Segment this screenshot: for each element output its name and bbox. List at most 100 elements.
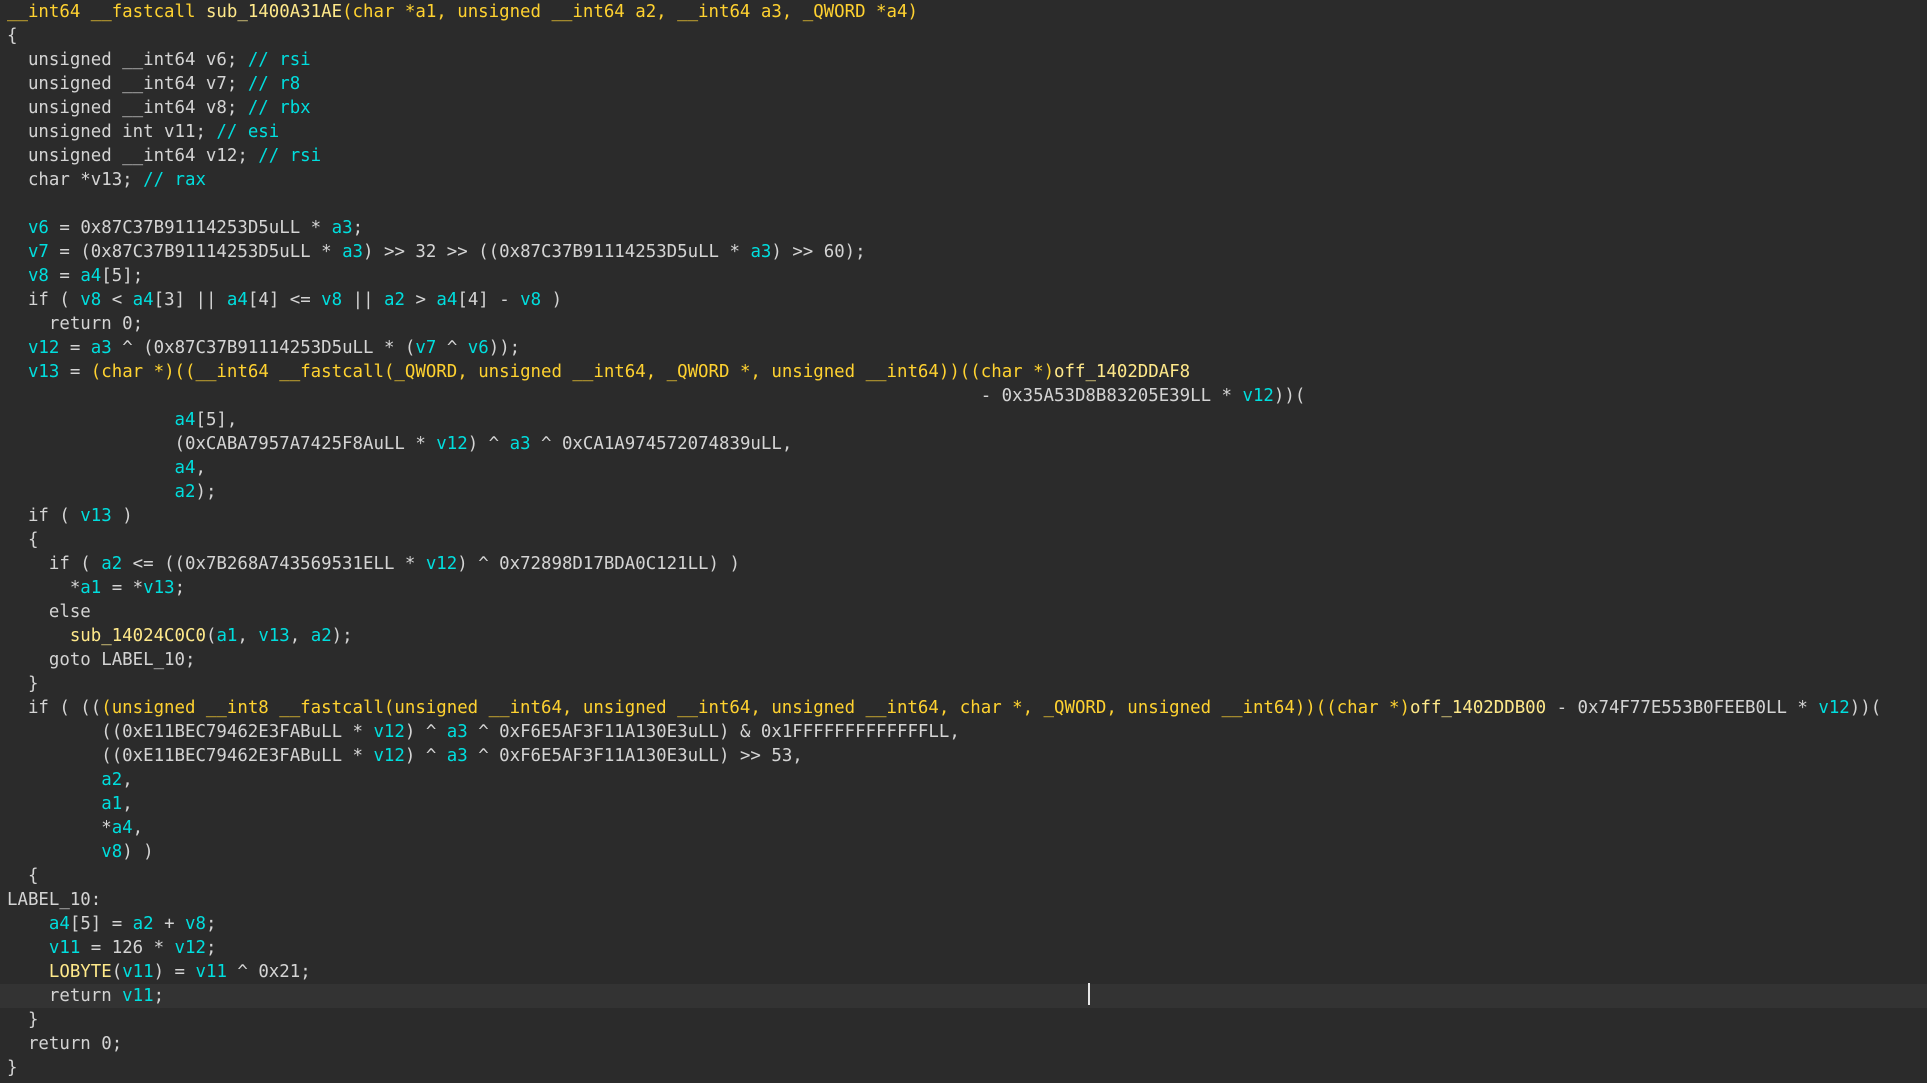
code-token-var[interactable]: a2 xyxy=(133,914,154,934)
code-token-var[interactable]: v6 xyxy=(468,338,489,358)
code-token-var[interactable]: a3 xyxy=(447,722,468,742)
code-line[interactable]: return 0; xyxy=(0,312,1927,336)
code-line[interactable]: v8 = a4[5]; xyxy=(0,264,1927,288)
code-line[interactable]: goto LABEL_10; xyxy=(0,648,1927,672)
code-token-var[interactable]: v8 xyxy=(321,290,342,310)
code-token-var[interactable]: a1 xyxy=(216,626,237,646)
code-line[interactable]: __int64 __fastcall sub_1400A31AE(char *a… xyxy=(0,0,1927,24)
code-token-var[interactable]: v12 xyxy=(175,938,206,958)
code-line-current[interactable]: return v11; xyxy=(0,984,1927,1008)
code-token-var[interactable]: v12 xyxy=(436,434,467,454)
pseudocode-view[interactable]: __int64 __fastcall sub_1400A31AE(char *a… xyxy=(0,0,1927,1083)
code-line[interactable]: unsigned __int64 v6; // rsi xyxy=(0,48,1927,72)
code-line[interactable]: (0xCABA7957A7425F8AuLL * v12) ^ a3 ^ 0xC… xyxy=(0,432,1927,456)
code-line[interactable]: *a4, xyxy=(0,816,1927,840)
code-line[interactable]: ((0xE11BEC79462E3FABuLL * v12) ^ a3 ^ 0x… xyxy=(0,720,1927,744)
code-token-var[interactable]: v13 xyxy=(80,506,111,526)
code-line[interactable]: unsigned __int64 v12; // rsi xyxy=(0,144,1927,168)
code-token-var[interactable]: v13 xyxy=(258,626,289,646)
code-token-var[interactable]: v13 xyxy=(28,362,59,382)
code-token-var[interactable]: a3 xyxy=(750,242,771,262)
code-token-var[interactable]: v7 xyxy=(28,242,49,262)
code-line[interactable]: unsigned __int64 v8; // rbx xyxy=(0,96,1927,120)
code-token-var[interactable]: v12 xyxy=(373,746,404,766)
code-line[interactable]: a4[5], xyxy=(0,408,1927,432)
code-token-var[interactable]: a4 xyxy=(133,290,154,310)
code-token-var[interactable]: v8 xyxy=(28,266,49,286)
code-token-var[interactable]: v12 xyxy=(1818,698,1849,718)
code-token-var[interactable]: a3 xyxy=(342,242,363,262)
code-line[interactable]: v13 = (char *)((__int64 __fastcall(_QWOR… xyxy=(0,360,1927,384)
code-token-var[interactable]: a4 xyxy=(112,818,133,838)
code-token-var[interactable]: v11 xyxy=(122,986,153,1006)
code-token-var[interactable]: a4 xyxy=(175,458,196,478)
code-line[interactable]: a2, xyxy=(0,768,1927,792)
code-token-var[interactable]: v12 xyxy=(373,722,404,742)
code-token-var[interactable]: v11 xyxy=(49,938,80,958)
code-token-var[interactable]: v11 xyxy=(196,962,227,982)
code-token-var[interactable]: a2 xyxy=(311,626,332,646)
code-token-var[interactable]: a4 xyxy=(227,290,248,310)
code-line[interactable]: { xyxy=(0,864,1927,888)
code-line[interactable]: } xyxy=(0,1008,1927,1032)
code-line[interactable]: a1, xyxy=(0,792,1927,816)
code-line[interactable]: if ( (((unsigned __int8 __fastcall(unsig… xyxy=(0,696,1927,720)
code-token-var[interactable]: v8 xyxy=(520,290,541,310)
code-token-var[interactable]: v11 xyxy=(122,962,153,982)
code-line[interactable]: a4, xyxy=(0,456,1927,480)
code-line[interactable]: } xyxy=(0,1056,1927,1080)
code-token-fn[interactable]: off_1402DDAF8 xyxy=(1054,362,1190,382)
code-line[interactable]: return 0; xyxy=(0,1032,1927,1056)
code-line[interactable]: v12 = a3 ^ (0x87C37B91114253D5uLL * (v7 … xyxy=(0,336,1927,360)
code-token-var[interactable]: v12 xyxy=(426,554,457,574)
code-line[interactable]: char *v13; // rax xyxy=(0,168,1927,192)
code-token-var[interactable]: a4 xyxy=(175,410,196,430)
code-line[interactable]: - 0x35A53D8B83205E39LL * v12))( xyxy=(0,384,1927,408)
code-line[interactable]: v6 = 0x87C37B91114253D5uLL * a3; xyxy=(0,216,1927,240)
code-line[interactable]: unsigned int v11; // esi xyxy=(0,120,1927,144)
code-line[interactable]: if ( v8 < a4[3] || a4[4] <= v8 || a2 > a… xyxy=(0,288,1927,312)
code-token-var[interactable]: v7 xyxy=(415,338,436,358)
code-token-var[interactable]: v12 xyxy=(1242,386,1273,406)
code-token-var[interactable]: v8 xyxy=(101,842,122,862)
code-token-var[interactable]: a3 xyxy=(510,434,531,454)
code-line[interactable]: { xyxy=(0,24,1927,48)
code-token-var[interactable]: a2 xyxy=(175,482,196,502)
code-line[interactable]: v8) ) xyxy=(0,840,1927,864)
code-token-var[interactable]: a3 xyxy=(332,218,353,238)
code-line[interactable]: if ( a2 <= ((0x7B268A743569531ELL * v12)… xyxy=(0,552,1927,576)
code-token-fn[interactable]: off_1402DDB00 xyxy=(1410,698,1546,718)
code-line[interactable]: } xyxy=(0,672,1927,696)
code-line[interactable]: ((0xE11BEC79462E3FABuLL * v12) ^ a3 ^ 0x… xyxy=(0,744,1927,768)
code-token-var[interactable]: a4 xyxy=(49,914,70,934)
code-line[interactable]: LABEL_10: xyxy=(0,888,1927,912)
code-line[interactable]: v11 = 126 * v12; xyxy=(0,936,1927,960)
code-line[interactable]: a2); xyxy=(0,480,1927,504)
code-token-var[interactable]: a3 xyxy=(91,338,112,358)
code-token-var[interactable]: a4 xyxy=(80,266,101,286)
code-token-fn[interactable]: LOBYTE xyxy=(7,962,112,982)
code-line[interactable] xyxy=(0,192,1927,216)
code-token-var[interactable]: v8 xyxy=(185,914,206,934)
code-token-fn[interactable]: sub_14024C0C0 xyxy=(70,626,206,646)
code-token-var[interactable]: v13 xyxy=(143,578,174,598)
code-line[interactable]: { xyxy=(0,528,1927,552)
code-line[interactable]: else xyxy=(0,600,1927,624)
code-token-var[interactable]: a1 xyxy=(80,578,101,598)
code-token-fn[interactable]: sub_1400A31AE xyxy=(206,2,342,22)
code-line[interactable]: if ( v13 ) xyxy=(0,504,1927,528)
code-token-var[interactable]: v6 xyxy=(28,218,49,238)
code-line[interactable]: sub_14024C0C0(a1, v13, a2); xyxy=(0,624,1927,648)
code-token-var[interactable]: a2 xyxy=(101,554,122,574)
code-token-var[interactable]: a4 xyxy=(436,290,457,310)
code-token-var[interactable]: v12 xyxy=(28,338,59,358)
code-token-var[interactable]: v8 xyxy=(80,290,101,310)
code-token-var[interactable]: a3 xyxy=(447,746,468,766)
code-line[interactable]: v7 = (0x87C37B91114253D5uLL * a3) >> 32 … xyxy=(0,240,1927,264)
code-line[interactable]: LOBYTE(v11) = v11 ^ 0x21; xyxy=(0,960,1927,984)
code-line[interactable]: a4[5] = a2 + v8; xyxy=(0,912,1927,936)
code-token-var[interactable]: a2 xyxy=(384,290,405,310)
code-token-var[interactable]: a1 xyxy=(101,794,122,814)
code-line[interactable]: *a1 = *v13; xyxy=(0,576,1927,600)
code-line[interactable]: unsigned __int64 v7; // r8 xyxy=(0,72,1927,96)
